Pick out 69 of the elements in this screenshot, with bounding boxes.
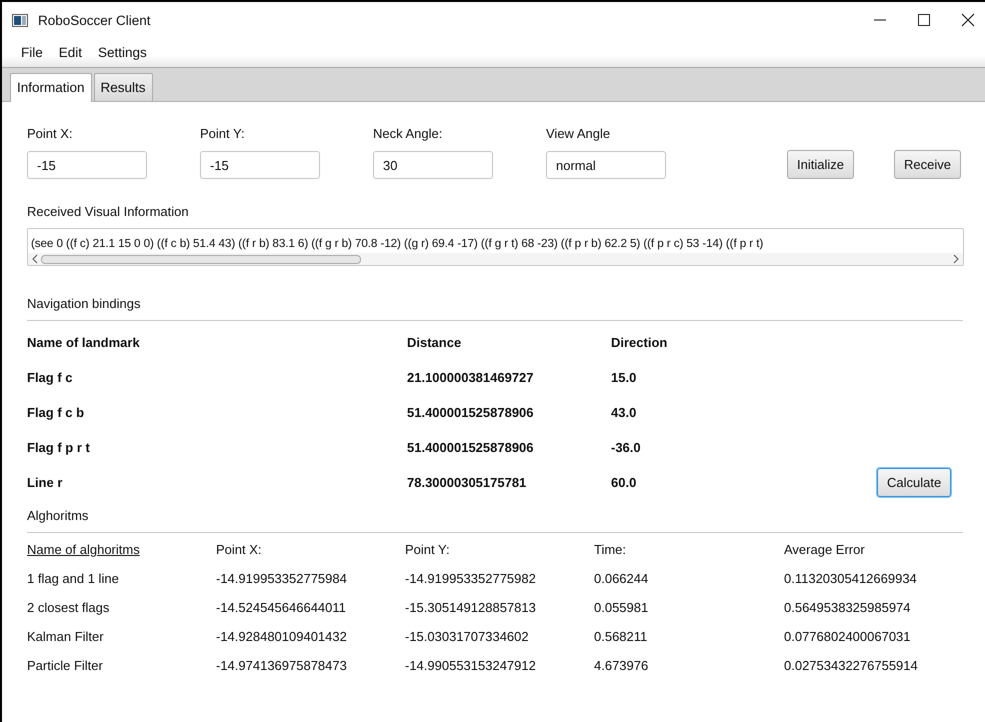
table-cell-text: 78.30000305175781 xyxy=(407,475,528,490)
menu-item[interactable]: Settings xyxy=(98,45,147,60)
maximize-icon[interactable] xyxy=(917,13,931,27)
table-cell-text: -14.928480109401432 xyxy=(216,629,348,644)
column-header: Point X: xyxy=(216,542,263,557)
table-cell-text: 51.400001525878906 xyxy=(407,405,535,420)
scroll-right-icon[interactable] xyxy=(952,254,960,264)
menu-item[interactable]: File xyxy=(21,45,43,60)
column-header: Distance xyxy=(407,335,462,350)
section-title: Navigation bindings xyxy=(27,296,142,311)
window-title: RoboSoccer Client xyxy=(38,12,151,28)
section-label: Received Visual Information xyxy=(27,204,190,219)
field-label: Point Y: xyxy=(200,126,246,141)
column-header: Direction xyxy=(611,335,668,350)
table-cell-text: Flag f c xyxy=(27,370,74,385)
table-cell-text: Kalman Filter xyxy=(27,629,105,644)
calculate-button[interactable]: Calculate xyxy=(877,468,952,497)
menu-item[interactable]: Edit xyxy=(58,45,82,60)
column-header: Name of alghoritms xyxy=(27,542,141,557)
field-label: View Angle xyxy=(546,126,612,141)
table-cell-text: 0.11320305412669934 xyxy=(784,571,918,586)
table-cell-text: 1 flag and 1 line xyxy=(27,571,120,586)
input-field[interactable]: -15 xyxy=(27,151,147,179)
table-cell-text: -15.03031707334602 xyxy=(405,629,530,644)
table-cell-text: 21.100000381469727 xyxy=(407,370,535,385)
table-cell-text: Line r xyxy=(27,475,64,490)
table-cell-text: Particle Filter xyxy=(27,658,104,673)
table-cell-text: 0.02753432276755914 xyxy=(784,658,919,673)
scroll-left-icon[interactable] xyxy=(31,254,39,264)
table-cell-text: -36.0 xyxy=(611,440,642,455)
column-header: Time: xyxy=(594,542,628,557)
table-cell-text: -14.524545646644011 xyxy=(216,600,347,615)
field-label: Point X: xyxy=(27,126,74,141)
table-cell-text: 0.5649538325985974 xyxy=(784,600,912,615)
table-cell-text: 15.0 xyxy=(611,370,638,385)
table-cell-text: 0.0776802400067031 xyxy=(784,629,912,644)
tab[interactable]: Results xyxy=(94,73,153,101)
table-cell-text: -14.919953352775984 xyxy=(216,571,348,586)
table-cell-text: 2 closest flags xyxy=(27,600,110,615)
action-button[interactable]: Initialize xyxy=(787,150,854,179)
table-cell-text: 0.066244 xyxy=(594,571,650,586)
table-cell-text: -14.990553153247912 xyxy=(405,658,537,673)
table-cell-text: -14.974136975878473 xyxy=(216,658,348,673)
table-cell-text: -15.305149128857813 xyxy=(405,600,537,615)
scroll-thumb[interactable] xyxy=(41,254,361,264)
input-field[interactable]: normal xyxy=(546,151,666,179)
input-field[interactable]: 30 xyxy=(373,151,493,179)
section-title: Alghoritms xyxy=(27,508,90,523)
tab[interactable]: Information xyxy=(10,73,92,102)
table-cell-text: 0.055981 xyxy=(594,600,650,615)
table-cell-text: 4.673976 xyxy=(594,658,650,673)
column-header: Name of landmark xyxy=(27,335,141,350)
table-cell-text: 43.0 xyxy=(611,405,638,420)
text-field[interactable]: (see 0 ((f c) 21.1 15 0 0) ((f c b) 51.4 43) ((f r b) 83.1 6) ((f g r b) 70.8 -12) ((g r) 69.4 -17) ((f g r t) 68 -23) ((f p r b) 62.2 5) ((f p r c) 53 -14) ((f p r t) xyxy=(27,228,964,266)
horizontal-scrollbar[interactable] xyxy=(28,253,963,265)
action-button[interactable]: Receive xyxy=(894,150,961,179)
input-field[interactable]: -15 xyxy=(200,151,320,179)
table-cell-text: 51.400001525878906 xyxy=(407,440,535,455)
table-cell-text: Flag f c b xyxy=(27,405,86,420)
table-cell-text: 0.568211 xyxy=(594,629,648,644)
table-cell-text: -14.919953352775982 xyxy=(405,571,537,586)
column-header: Average Error xyxy=(784,542,866,557)
visual-info-text: (see 0 ((f c) 21.1 15 0 0) ((f c b) 51.4 43) ((f r b) 83.1 6) ((f g r b) 70.8 -12) ((g r) 69.4 -17) ((f g r t) 68 -23) ((f p r b) 62.2 5) ((f p r c) 53 -14) ((f p r t) xyxy=(30,236,764,252)
column-header: Point Y: xyxy=(405,542,451,557)
app-icon xyxy=(12,14,28,26)
table-cell-text: Flag f p r t xyxy=(27,440,91,455)
close-icon[interactable] xyxy=(961,13,975,27)
table-cell-text: 60.0 xyxy=(611,475,638,490)
field-label: Neck Angle: xyxy=(373,126,444,141)
